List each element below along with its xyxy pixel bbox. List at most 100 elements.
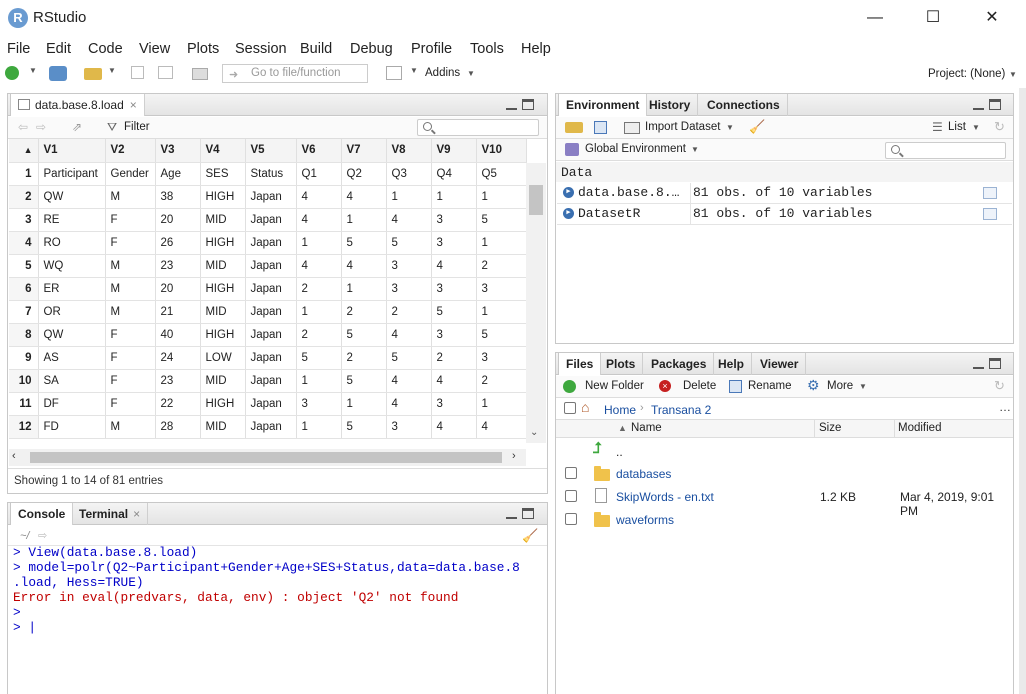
data-search-input[interactable] xyxy=(417,119,539,136)
new-project-icon[interactable] xyxy=(49,66,67,81)
import-dataset-button[interactable]: Import Dataset xyxy=(645,121,720,133)
tab-history[interactable]: History xyxy=(642,94,699,116)
dropdown-arrow-icon[interactable]: ▼ xyxy=(108,66,124,81)
env-var-name[interactable]: data.base.8.… xyxy=(578,185,679,200)
file-name[interactable]: waveforms xyxy=(616,513,674,527)
file-name[interactable]: SkipWords - en.txt xyxy=(616,490,714,504)
save-workspace-icon[interactable] xyxy=(594,121,607,134)
tab-files[interactable]: Files xyxy=(558,353,602,375)
popout-icon[interactable]: ⇗ xyxy=(72,120,82,134)
refresh-icon[interactable]: ↻ xyxy=(994,378,1005,394)
column-header[interactable]: V6 xyxy=(296,139,342,163)
home-icon[interactable]: ⌂ xyxy=(581,399,589,415)
column-modified[interactable]: Modified xyxy=(898,422,941,434)
console-output[interactable]: > View(data.base.8.load) > model=polr(Q2~… xyxy=(13,545,548,635)
minimize-button[interactable]: — xyxy=(852,6,898,30)
scrollbar-thumb[interactable] xyxy=(529,185,543,215)
file-row[interactable]: waveforms xyxy=(557,508,1013,531)
column-header[interactable]: V7 xyxy=(341,139,387,163)
pane-minmax[interactable] xyxy=(506,99,536,111)
horizontal-scrollbar[interactable]: ‹ › xyxy=(9,449,526,466)
column-header[interactable]: V2 xyxy=(105,139,156,163)
tab-data-base-8-load[interactable]: data.base.8.load × xyxy=(10,94,145,116)
close-tab-icon[interactable]: × xyxy=(133,507,140,521)
menu-debug[interactable]: Debug xyxy=(350,41,393,57)
file-checkbox[interactable] xyxy=(565,467,577,479)
dropdown-arrow-icon[interactable]: ▼ xyxy=(972,123,980,132)
menu-help[interactable]: Help xyxy=(521,41,551,57)
clear-console-icon[interactable]: 🧹 xyxy=(522,528,538,544)
dropdown-arrow-icon[interactable]: ▼ xyxy=(691,145,699,154)
maximize-button[interactable]: ☐ xyxy=(910,6,956,30)
dropdown-arrow-icon[interactable]: ▼ xyxy=(467,69,475,78)
menu-code[interactable]: Code xyxy=(88,41,123,57)
save-all-icon[interactable] xyxy=(158,66,173,79)
env-row[interactable]: ▶ DatasetR 81 obs. of 10 variables xyxy=(557,204,1012,225)
project-menu[interactable]: Project: (None) xyxy=(928,68,1005,80)
column-header[interactable]: V8 xyxy=(386,139,432,163)
environment-search-input[interactable] xyxy=(885,142,1006,159)
back-icon[interactable]: ⇦ xyxy=(18,120,28,134)
save-icon[interactable] xyxy=(131,66,144,79)
scope-selector[interactable]: Global Environment xyxy=(585,143,686,155)
column-header[interactable]: V3 xyxy=(155,139,201,163)
tab-terminal[interactable]: Terminal × xyxy=(72,503,149,525)
scroll-right-icon[interactable]: › xyxy=(512,450,516,462)
menu-session[interactable]: Session xyxy=(235,41,287,57)
parent-dir-row[interactable]: ⮥ .. xyxy=(557,439,1013,462)
forward-icon[interactable]: ⇨ xyxy=(36,120,46,134)
expand-icon[interactable]: ▶ xyxy=(563,187,574,198)
tab-help[interactable]: Help xyxy=(711,353,753,375)
tab-environment[interactable]: Environment xyxy=(558,94,648,116)
delete-button[interactable]: Delete xyxy=(683,380,716,392)
more-path-icon[interactable]: … xyxy=(999,400,1011,414)
file-checkbox[interactable] xyxy=(565,513,577,525)
dropdown-arrow-icon[interactable]: ▼ xyxy=(726,123,734,132)
dropdown-arrow-icon[interactable]: ▼ xyxy=(859,382,867,391)
file-row[interactable]: databases xyxy=(557,462,1013,485)
env-var-name[interactable]: DatasetR xyxy=(578,206,640,221)
filter-button[interactable]: Filter xyxy=(124,121,150,133)
goto-dir-icon[interactable]: ⇨ xyxy=(38,529,47,542)
menu-file[interactable]: File xyxy=(7,41,30,57)
tab-console[interactable]: Console xyxy=(10,503,74,525)
more-button[interactable]: More xyxy=(827,380,853,392)
column-size[interactable]: Size xyxy=(819,422,841,434)
menu-edit[interactable]: Edit xyxy=(46,41,71,57)
grid-layout-icon[interactable] xyxy=(386,66,402,80)
breadcrumb-home[interactable]: Home xyxy=(604,403,636,417)
print-icon[interactable] xyxy=(192,68,208,80)
new-folder-button[interactable]: New Folder xyxy=(585,380,644,392)
column-name[interactable]: Name xyxy=(631,422,662,434)
column-header[interactable]: V10 xyxy=(476,139,527,163)
tab-packages[interactable]: Packages xyxy=(644,353,715,375)
addins-menu[interactable]: Addins xyxy=(425,67,460,79)
scroll-left-icon[interactable]: ‹ xyxy=(12,450,16,462)
dropdown-arrow-icon[interactable]: ▼ xyxy=(29,66,45,81)
refresh-icon[interactable]: ↻ xyxy=(994,119,1005,135)
close-button[interactable]: ✕ xyxy=(969,6,1015,30)
broom-icon[interactable]: 🧹 xyxy=(749,119,765,135)
pane-minmax[interactable] xyxy=(973,358,1003,370)
goto-file-input[interactable]: Go to file/function xyxy=(222,64,368,83)
tab-connections[interactable]: Connections xyxy=(700,94,788,116)
column-header[interactable]: V1 xyxy=(38,139,106,163)
pane-minmax[interactable] xyxy=(506,508,536,520)
menu-plots[interactable]: Plots xyxy=(187,41,219,57)
rename-button[interactable]: Rename xyxy=(748,380,791,392)
close-tab-icon[interactable]: × xyxy=(130,98,137,112)
env-row[interactable]: ▶ data.base.8.… 81 obs. of 10 variables xyxy=(557,183,1012,204)
scroll-down-icon[interactable]: ⌄ xyxy=(530,427,538,438)
vertical-scrollbar[interactable]: ⌄ xyxy=(526,163,546,443)
dropdown-arrow-icon[interactable]: ▼ xyxy=(410,66,426,81)
breadcrumb-folder[interactable]: Transana 2 xyxy=(651,403,711,417)
column-header[interactable]: V4 xyxy=(200,139,246,163)
corner-sort-icon[interactable]: ▲ xyxy=(9,139,39,163)
tab-plots[interactable]: Plots xyxy=(599,353,644,375)
dropdown-arrow-icon[interactable]: ▼ xyxy=(1009,70,1017,79)
file-row[interactable]: SkipWords - en.txt 1.2 KB Mar 4, 2019, 9:0… xyxy=(557,485,1013,518)
column-header[interactable]: V5 xyxy=(245,139,297,163)
menu-tools[interactable]: Tools xyxy=(470,41,504,57)
tab-viewer[interactable]: Viewer xyxy=(753,353,807,375)
scrollbar-thumb[interactable] xyxy=(30,452,502,463)
